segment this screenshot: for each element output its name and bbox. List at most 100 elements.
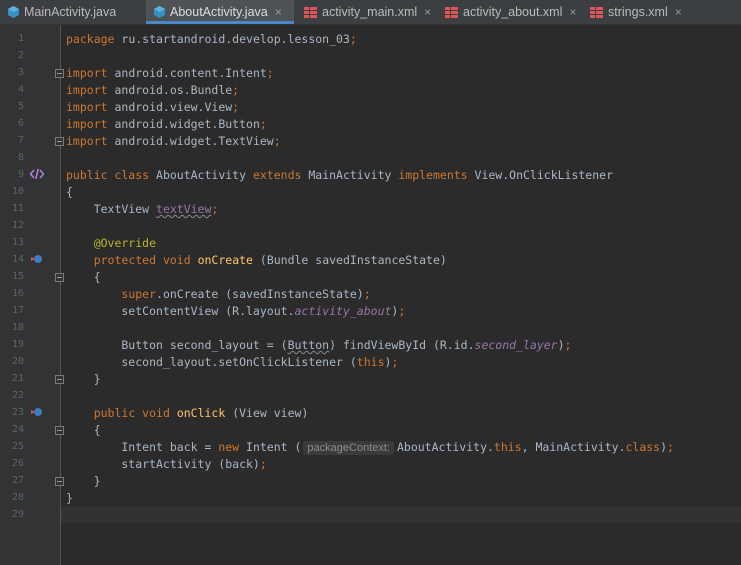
code-token: ; <box>363 287 371 301</box>
code-line-24[interactable]: { <box>66 422 101 439</box>
code-token: AboutActivity. <box>396 440 494 454</box>
line-number: 6 <box>17 118 24 129</box>
code-line-10[interactable]: { <box>66 184 73 201</box>
code-line-9[interactable]: public class AboutActivity extends MainA… <box>66 167 613 184</box>
line-number: 11 <box>11 203 24 214</box>
code-token: onClick <box>176 406 226 420</box>
code-token: class <box>625 440 661 454</box>
close-icon[interactable]: × <box>275 5 282 19</box>
code-token: second_layout.setOnClickListener ( <box>66 355 357 369</box>
code-token: public class <box>66 168 150 182</box>
line-number: 5 <box>17 101 24 112</box>
current-line-highlight <box>61 506 741 523</box>
code-token: ; <box>259 117 267 131</box>
code-line-25[interactable]: Intent back = new Intent (packageContext… <box>66 439 674 456</box>
code-line-3[interactable]: import android.content.Intent; <box>66 65 274 82</box>
code-token: .onCreate (savedInstanceState) <box>156 287 364 301</box>
code-token: extends <box>252 168 302 182</box>
java-class-icon <box>8 6 19 18</box>
code-token: Button <box>287 338 330 352</box>
code-line-23[interactable]: public void onClick (View view) <box>66 405 309 422</box>
code-token: textView <box>156 202 212 216</box>
override-gutter-icon[interactable] <box>30 253 43 265</box>
code-line-14[interactable]: protected void onCreate (Bundle savedIns… <box>66 252 447 269</box>
line-number: 23 <box>11 407 24 418</box>
line-number: 7 <box>17 135 24 146</box>
line-number: 16 <box>11 288 24 299</box>
code-line-16[interactable]: super.onCreate (savedInstanceState); <box>66 286 371 303</box>
line-number: 20 <box>11 356 24 367</box>
code-line-6[interactable]: import android.widget.Button; <box>66 116 267 133</box>
code-token: startActivity (back) <box>66 457 260 471</box>
fold-marker[interactable] <box>55 426 64 435</box>
code-token: android.widget.TextView <box>107 134 274 148</box>
code-line-4[interactable]: import android.os.Bundle; <box>66 82 239 99</box>
code-token: ; <box>259 457 267 471</box>
line-number: 19 <box>11 339 24 350</box>
close-icon[interactable]: × <box>569 5 576 19</box>
editor-tab-bar: MainActivity.java AboutActivity.java × a… <box>0 0 741 25</box>
code-token: TextView <box>66 202 157 216</box>
code-line-5[interactable]: import android.view.View; <box>66 99 239 116</box>
xml-layout-icon <box>445 6 458 18</box>
line-number: 1 <box>17 33 24 44</box>
fold-marker[interactable] <box>55 137 64 146</box>
line-number: 10 <box>11 186 24 197</box>
code-token: ; <box>232 100 240 114</box>
code-line-17[interactable]: setContentView (R.layout.activity_about)… <box>66 303 405 320</box>
close-icon[interactable]: × <box>675 5 682 19</box>
fold-marker[interactable] <box>55 375 64 384</box>
code-token: new <box>218 440 240 454</box>
tab-activity-main-xml[interactable]: activity_main.xml × <box>304 0 434 24</box>
implements-gutter-icon[interactable] <box>30 406 43 418</box>
code-line-26[interactable]: startActivity (back); <box>66 456 267 473</box>
code-token: android.os.Bundle <box>107 83 233 97</box>
tab-mainactivity-java[interactable]: MainActivity.java <box>8 0 144 24</box>
code-line-7[interactable]: import android.widget.TextView; <box>66 133 281 150</box>
code-token: ; <box>349 32 357 46</box>
code-token: ; <box>667 440 674 454</box>
code-token: ; <box>564 338 572 352</box>
code-token: implements <box>398 168 468 182</box>
line-number: 4 <box>17 84 24 95</box>
code-token: android.content.Intent <box>107 66 267 80</box>
line-number: 21 <box>11 373 24 384</box>
code-line-20[interactable]: second_layout.setOnClickListener (this); <box>66 354 398 371</box>
line-number: 14 <box>11 254 24 265</box>
code-line-28[interactable]: } <box>66 490 73 507</box>
code-line-21[interactable]: } <box>66 371 101 388</box>
tab-aboutactivity-java[interactable]: AboutActivity.java × <box>146 0 294 24</box>
code-token: ) findViewById (R.id. <box>329 338 475 352</box>
code-line-19[interactable]: Button second_layout = (Button) findView… <box>66 337 571 354</box>
code-token: protected void <box>93 253 191 267</box>
line-number: 17 <box>11 305 24 316</box>
code-token: activity_about <box>294 304 392 318</box>
line-number: 29 <box>11 509 24 520</box>
close-icon[interactable]: × <box>424 5 431 19</box>
tab-strings-xml[interactable]: strings.xml × <box>590 0 690 24</box>
line-number: 13 <box>11 237 24 248</box>
fold-marker[interactable] <box>55 273 64 282</box>
parameter-hint: packageContext: <box>303 441 394 455</box>
fold-marker[interactable] <box>55 477 64 486</box>
code-token: , MainActivity. <box>521 440 626 454</box>
xml-layout-icon <box>590 6 603 18</box>
code-token: ; <box>266 66 274 80</box>
code-line-11[interactable]: TextView textView; <box>66 201 219 218</box>
code-line-1[interactable]: package ru.startandroid.develop.lesson_0… <box>66 31 357 48</box>
code-token: Intent back = <box>66 440 219 454</box>
tab-activity-about-xml[interactable]: activity_about.xml × <box>445 0 580 24</box>
code-editor[interactable]: 1 2 3 4 5 6 7 8 9 10 11 12 13 14 15 16 1… <box>0 25 741 565</box>
code-line-15[interactable]: { <box>66 269 101 286</box>
line-number: 8 <box>17 152 24 163</box>
fold-marker[interactable] <box>55 69 64 78</box>
code-token: import <box>66 117 108 131</box>
code-line-13[interactable]: @Override <box>66 235 156 252</box>
code-line-27[interactable]: } <box>66 473 101 490</box>
implementation-gutter-icon[interactable] <box>30 168 44 180</box>
tab-label: AboutActivity.java <box>170 5 268 19</box>
line-number: 3 <box>17 67 24 78</box>
line-number: 26 <box>11 458 24 469</box>
code-token: MainActivity <box>301 168 399 182</box>
